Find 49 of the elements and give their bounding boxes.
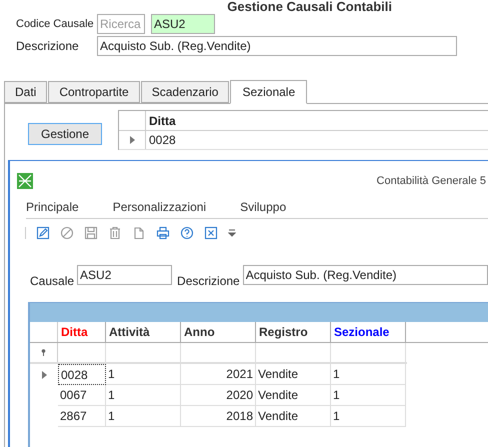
dropdown-icon[interactable] <box>228 229 236 237</box>
search-field[interactable]: Ricerca <box>97 14 145 34</box>
field-label: Causale <box>30 275 74 287</box>
column-header: Anno <box>181 322 256 342</box>
page-title: Gestione Causali Contabili <box>227 0 392 13</box>
field-label: Codice Causale <box>16 16 93 32</box>
close-icon[interactable] <box>204 226 218 240</box>
print-icon[interactable] <box>156 226 170 240</box>
causale-field[interactable]: ASU2 <box>77 265 172 285</box>
table-cell: Vendite <box>256 364 331 385</box>
table-cell-text: 0028 <box>148 132 176 149</box>
gestione-button[interactable]: Gestione <box>28 123 102 145</box>
menu-tab[interactable]: Principale <box>26 200 79 214</box>
table-cell: Vendite <box>256 406 331 427</box>
column-header: Ditta <box>58 322 106 342</box>
column-header: Ditta <box>148 113 176 130</box>
filter-pin-icon <box>41 349 46 356</box>
table-cell: Vendite <box>256 385 331 406</box>
table-cell: 2867 <box>58 406 106 427</box>
field-label: Descrizione <box>16 38 80 55</box>
column-header: Sezionale <box>331 322 406 342</box>
column-header: Attività <box>106 322 181 342</box>
descrizione-field[interactable]: Acquisto Sub. (Reg.Vendite) <box>242 265 488 285</box>
column-header: Registro <box>256 322 331 342</box>
menu-tab[interactable]: Personalizzazioni <box>112 200 206 214</box>
table-cell: 1 <box>106 406 181 427</box>
table-cell: 1 <box>331 385 406 406</box>
row-pointer-icon <box>130 136 134 144</box>
tab[interactable]: Scadenzario <box>140 81 230 103</box>
table-cell: 0067 <box>58 385 106 406</box>
table-cell: 1 <box>331 406 406 427</box>
table-cell: 2020 <box>181 385 256 406</box>
window-title: Contabilità Generale 5 <box>376 174 486 189</box>
table-cell: 1 <box>331 364 406 385</box>
table-cell: 1 <box>106 364 181 385</box>
table-cell: 2018 <box>181 406 256 427</box>
code-field[interactable]: ASU2 <box>151 14 215 34</box>
description-field[interactable]: Acquisto Sub. (Reg.Vendite) <box>97 36 457 56</box>
app-logo-icon <box>17 173 33 189</box>
table-cell: 1 <box>106 385 181 406</box>
table-cell: 2021 <box>181 364 256 385</box>
field-label: Descrizione <box>177 275 240 287</box>
table-cell: 0028 <box>58 364 106 385</box>
menu-tab[interactable]: Sviluppo <box>240 200 286 214</box>
tab[interactable]: Sezionale <box>230 80 308 104</box>
tab[interactable]: Contropartite <box>48 81 140 103</box>
help-icon[interactable] <box>180 226 194 240</box>
tab[interactable]: Dati <box>4 81 48 103</box>
edit-icon[interactable] <box>36 226 50 240</box>
